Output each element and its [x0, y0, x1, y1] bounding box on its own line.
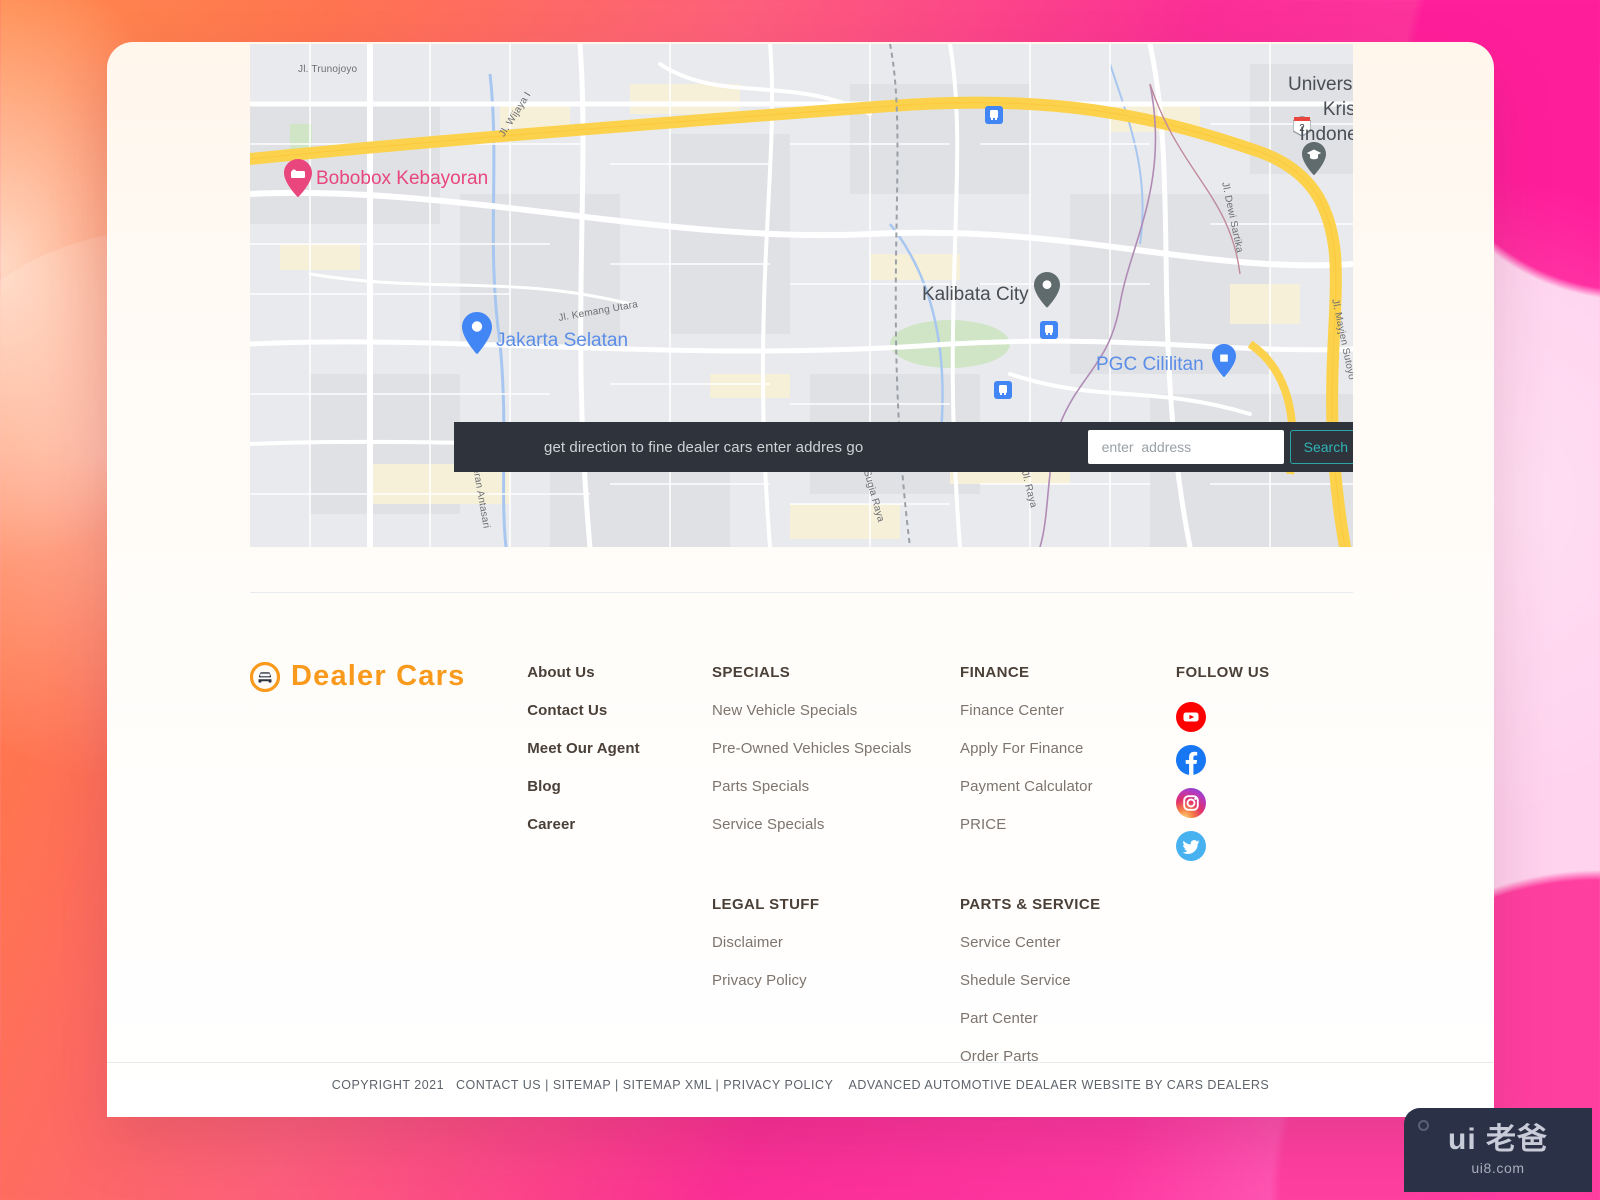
transit-station-icon — [1040, 321, 1058, 339]
brand-name: Dealer Cars — [291, 660, 466, 692]
copyright-link-sitemap[interactable]: SITEMAP — [553, 1078, 611, 1092]
map-search-bar: get direction to fine dealer cars enter … — [454, 422, 1353, 472]
map-pin-universitas-kristen-indonesia[interactable] — [1302, 142, 1326, 176]
car-circle-icon — [250, 661, 280, 692]
twitter-icon[interactable] — [1175, 831, 1206, 861]
map-pin-bobobox-kebayoran[interactable] — [284, 159, 312, 197]
search-prompt-text: get direction to fine dealer cars enter … — [544, 438, 864, 456]
search-controls: Search — [1087, 430, 1353, 464]
footer-about-column: About Us Contact Us Meet Our Agent Blog … — [527, 642, 712, 833]
transit-station-icon — [985, 106, 1003, 124]
footer-link-payment-calculator[interactable]: Payment Calculator — [960, 778, 1176, 795]
map-pin-jakarta-selatan[interactable] — [462, 312, 492, 354]
footer-link-new-vehicle-specials[interactable]: New Vehicle Specials — [712, 702, 960, 719]
footer-link-shedule-service[interactable]: Shedule Service — [960, 972, 1176, 989]
svg-text:2: 2 — [1299, 123, 1305, 134]
footer: Dealer Cars About Us Contact Us Meet Our… — [107, 642, 1494, 1065]
copyright-link-sitemap-xml[interactable]: SITEMAP XML — [623, 1078, 712, 1092]
separator: | — [614, 1078, 623, 1092]
copyright-link-contact-us[interactable]: CONTACT US — [456, 1078, 541, 1092]
footer-link-contact-us[interactable]: Contact Us — [527, 702, 712, 719]
youtube-icon[interactable] — [1175, 702, 1206, 732]
footer-finance-column: FINANCE Finance Center Apply For Finance… — [960, 642, 1176, 1065]
footer-heading-parts-service: PARTS & SERVICE — [960, 896, 1101, 913]
copyright-bar: COPYRIGHT 2021 CONTACT US | SITEMAP | SI… — [107, 1078, 1494, 1092]
footer-brand-column: Dealer Cars — [250, 642, 527, 693]
watermark-dot-icon — [1418, 1120, 1429, 1131]
footer-link-parts-specials[interactable]: Parts Specials — [712, 778, 960, 795]
transit-station-icon — [994, 381, 1012, 399]
section-divider — [250, 592, 1353, 593]
map-pin-pgc-cililitan[interactable] — [1212, 344, 1236, 378]
brand-logo[interactable]: Dealer Cars — [250, 660, 527, 693]
footer-follow-column: FOLLOW US — [1175, 642, 1351, 861]
footer-heading-follow-us: FOLLOW US — [1175, 664, 1270, 681]
footer-link-meet-our-agent[interactable]: Meet Our Agent — [527, 740, 712, 757]
footer-link-apply-for-finance[interactable]: Apply For Finance — [960, 740, 1176, 757]
map-panel[interactable]: 2 Bobobox Kebayoran Jakarta Selatan Kali… — [250, 44, 1353, 547]
footer-link-blog[interactable]: Blog — [527, 778, 712, 795]
footer-link-price[interactable]: PRICE — [960, 816, 1176, 833]
address-input[interactable] — [1087, 430, 1284, 464]
footer-specials-column: SPECIALS New Vehicle Specials Pre-Owned … — [712, 642, 960, 989]
footer-link-about-us[interactable]: About Us — [527, 664, 712, 681]
footer-link-career[interactable]: Career — [527, 816, 712, 833]
separator: | — [545, 1078, 553, 1092]
watermark-url: ui8.com — [1471, 1159, 1525, 1176]
footer-heading-finance: FINANCE — [960, 664, 1030, 681]
footer-heading-legal-stuff: LEGAL STUFF — [711, 896, 820, 913]
instagram-icon[interactable] — [1175, 788, 1206, 818]
highway-shield-2-icon: 2 — [1293, 116, 1311, 136]
search-button[interactable]: Search — [1289, 430, 1353, 464]
watermark-title: ui 老爸 — [1448, 1122, 1548, 1156]
footer-link-part-center[interactable]: Part Center — [960, 1010, 1176, 1027]
copyright-link-privacy-policy[interactable]: PRIVACY POLICY — [723, 1078, 833, 1092]
facebook-icon[interactable] — [1175, 745, 1206, 775]
footer-link-disclaimer[interactable]: Disclaimer — [712, 934, 960, 951]
footer-heading-specials: SPECIALS — [711, 664, 791, 681]
footer-link-finance-center[interactable]: Finance Center — [960, 702, 1176, 719]
watermark: ui 老爸 ui8.com — [1404, 1108, 1592, 1192]
copyright-year: COPYRIGHT 2021 — [331, 1078, 445, 1092]
map-pin-kalibata-city[interactable] — [1034, 272, 1060, 308]
footer-link-pre-owned-specials[interactable]: Pre-Owned Vehicles Specials — [712, 740, 960, 757]
footer-link-service-center[interactable]: Service Center — [960, 934, 1176, 951]
footer-link-privacy-policy[interactable]: Privacy Policy — [712, 972, 960, 989]
page-card: 2 Bobobox Kebayoran Jakarta Selatan Kali… — [107, 42, 1494, 1117]
copyright-divider — [107, 1062, 1494, 1063]
copyright-credit: ADVANCED AUTOMOTIVE DEALAER WEBSITE BY C… — [848, 1078, 1270, 1092]
footer-link-service-specials[interactable]: Service Specials — [712, 816, 960, 833]
social-links — [1175, 702, 1351, 861]
